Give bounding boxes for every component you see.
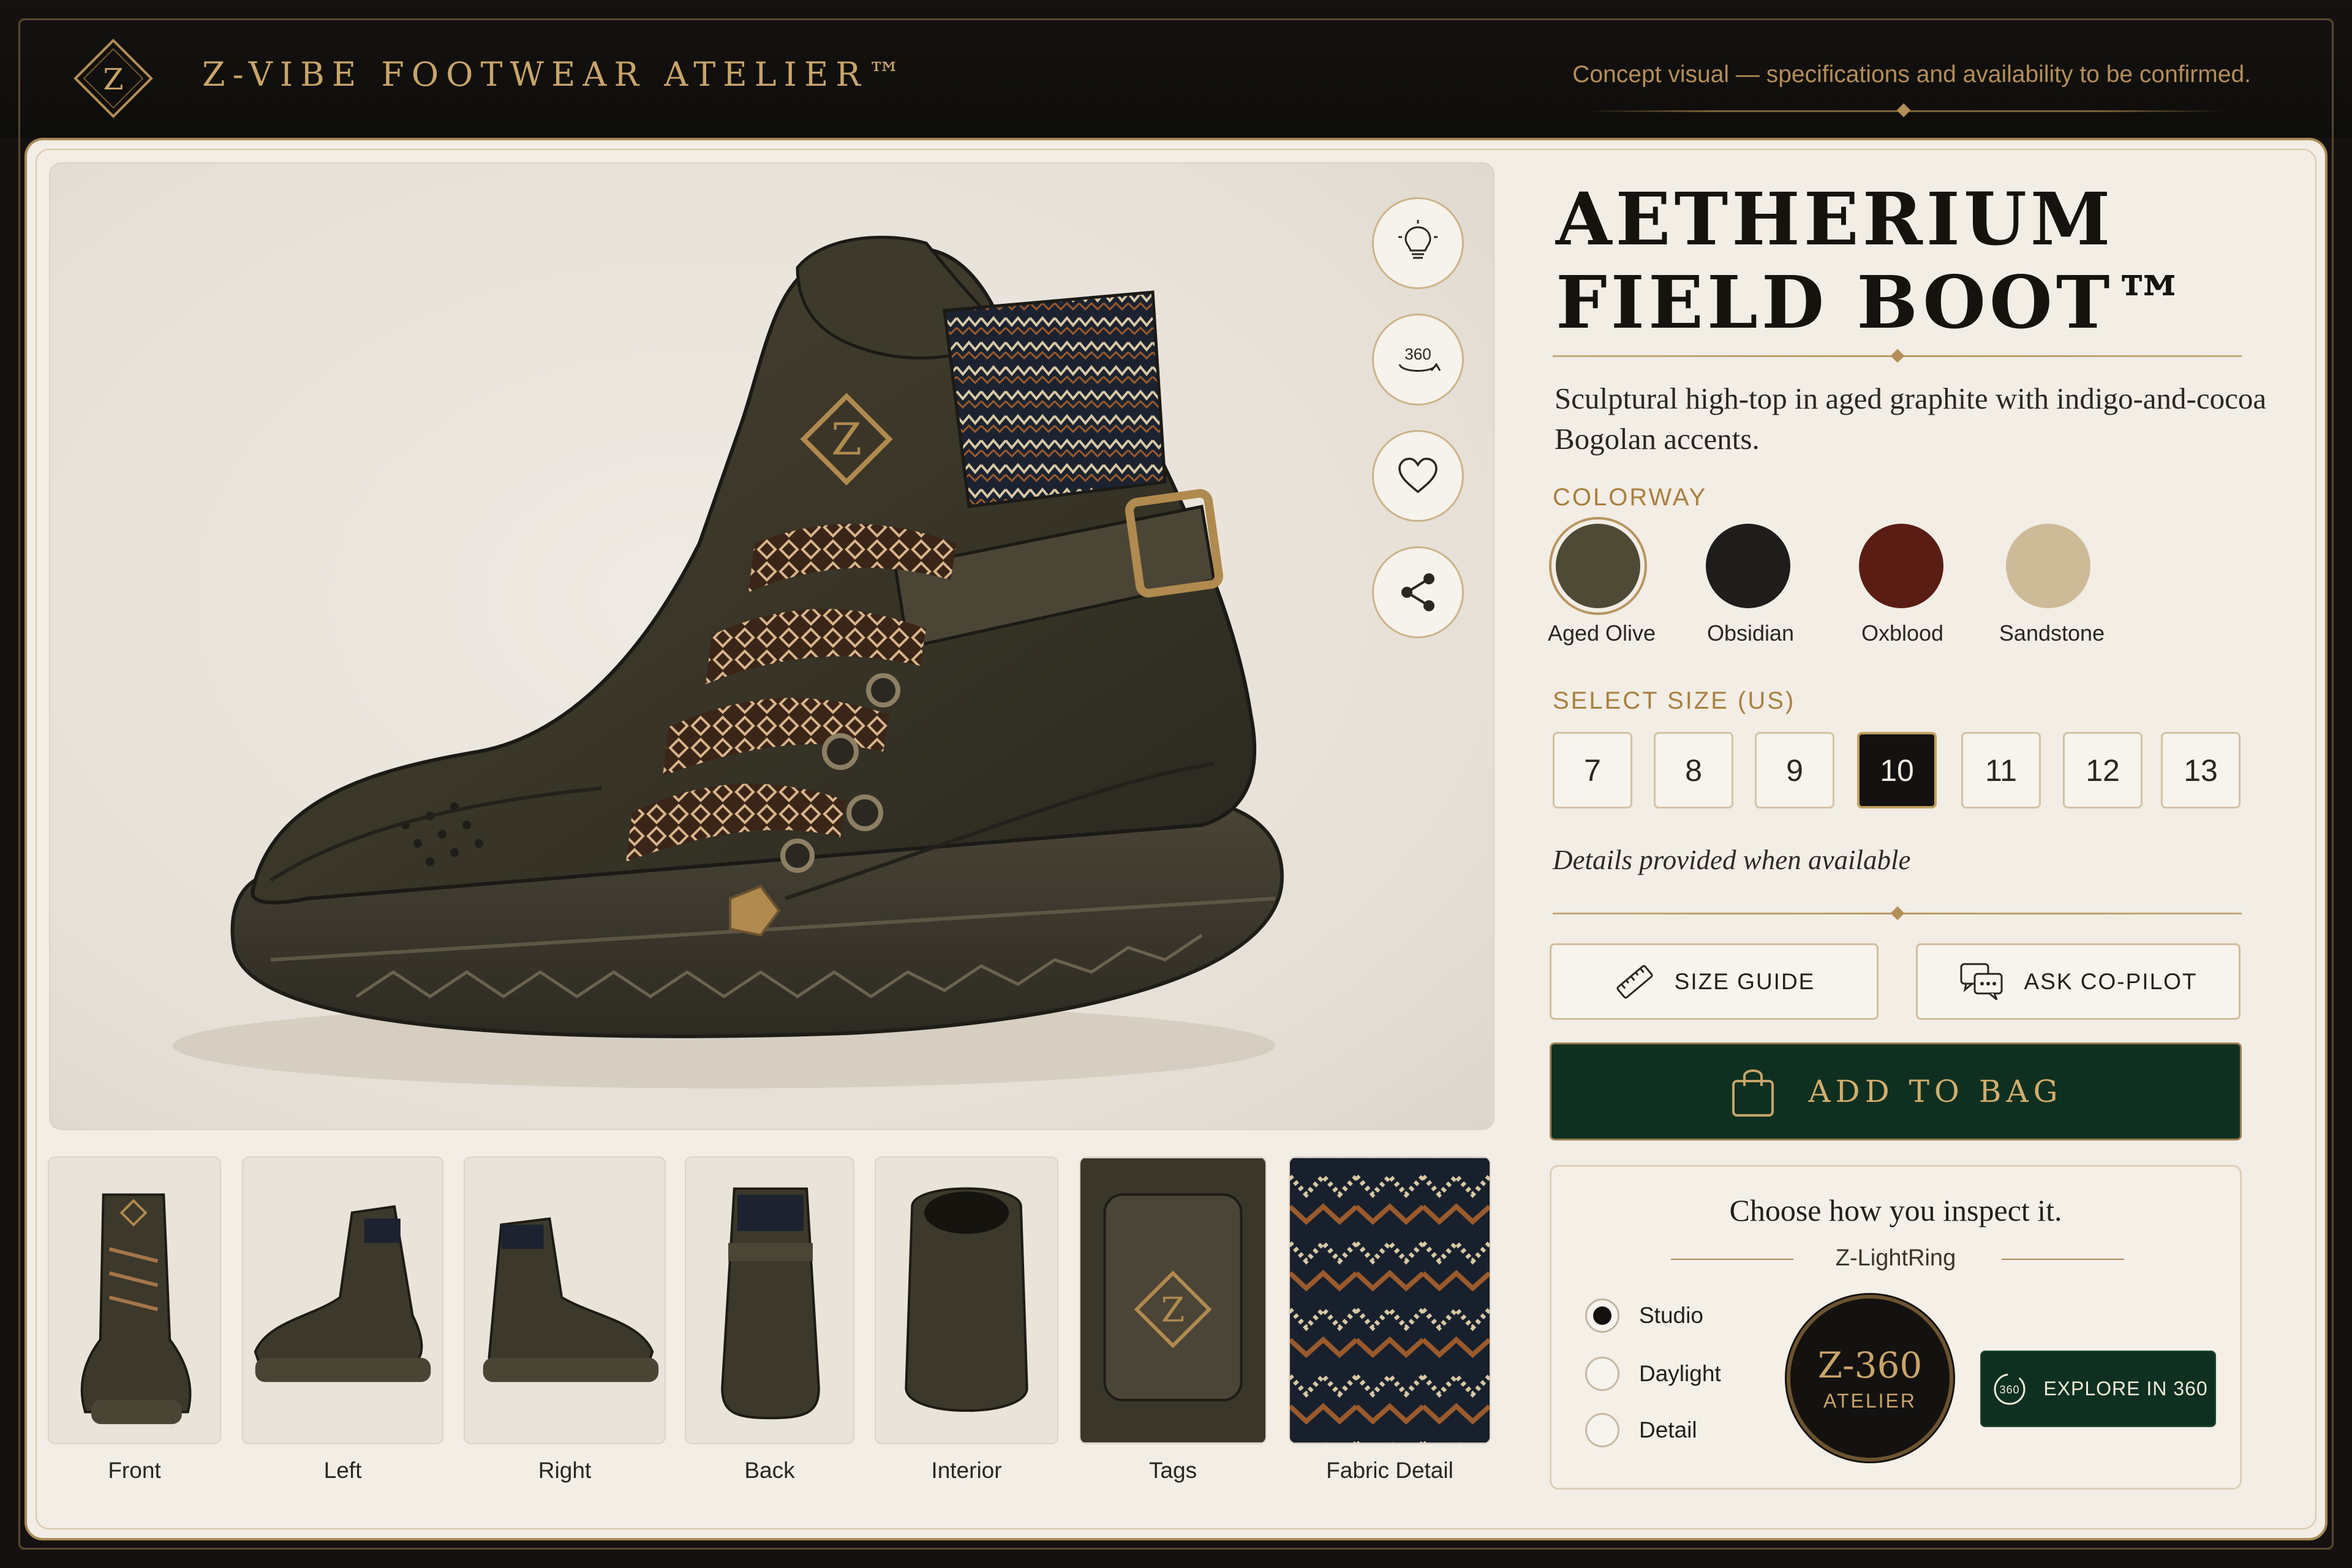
swatch-sandstone[interactable] — [2006, 524, 2090, 608]
ask-copilot-label: ASK CO-PILOT — [2024, 968, 2198, 994]
thumb-label-interior: Interior — [931, 1458, 1002, 1483]
mode-detail[interactable]: Detail — [1585, 1413, 1697, 1447]
inspect-options-panel: Choose how you inspect it. Z-LightRing S… — [1550, 1165, 2242, 1490]
boot-interior-thumb — [905, 1187, 1028, 1412]
view-360-button[interactable]: 360 — [1372, 314, 1464, 405]
logo-letter: Z — [103, 62, 123, 97]
details-divider — [1553, 906, 2242, 921]
radio-detail[interactable] — [1585, 1413, 1619, 1447]
size-option-9[interactable]: 9 — [1755, 732, 1834, 809]
lightbulb-icon — [1398, 220, 1438, 259]
size-option-11[interactable]: 11 — [1961, 732, 2041, 809]
size-option-12[interactable]: 12 — [2063, 732, 2143, 809]
thumbnail-fabric-detail[interactable] — [1289, 1156, 1491, 1444]
thumb-label-front: Front — [108, 1458, 161, 1483]
shopping-bag-icon — [1732, 1069, 1774, 1117]
thumbnail-right[interactable] — [464, 1156, 666, 1444]
thumbnail-back[interactable] — [685, 1156, 854, 1444]
share-button[interactable] — [1372, 546, 1464, 638]
mode-detail-label: Detail — [1639, 1417, 1697, 1442]
product-title: AETHERIUM FIELD BOOT™ — [1556, 178, 2260, 344]
wishlist-button[interactable] — [1372, 430, 1464, 522]
z360-badge-title: Z-360 — [1817, 1344, 1923, 1386]
share-icon — [1401, 573, 1434, 611]
boot-image: Z — [173, 235, 1284, 1088]
thumb-label-right: Right — [538, 1458, 592, 1483]
swatch-label-oxblood: Oxblood — [1861, 620, 1944, 646]
swatch-label-aged-olive: Aged Olive — [1547, 620, 1656, 646]
disclaimer-divider — [1586, 103, 2223, 118]
thumbnail-tags[interactable]: Z — [1079, 1156, 1267, 1444]
lighting-button[interactable] — [1372, 197, 1464, 289]
inspect-title: Choose how you inspect it. — [1729, 1193, 2062, 1227]
swatch-aged-olive[interactable] — [1556, 524, 1640, 608]
radio-studio[interactable] — [1585, 1298, 1619, 1333]
explore-icon-label: 360 — [2000, 1384, 2020, 1396]
size-option-7[interactable]: 7 — [1553, 732, 1632, 809]
colorway-label: COLORWAY — [1553, 484, 1708, 511]
lightring-subtitle: Z-LightRing — [1835, 1245, 1956, 1271]
mode-daylight-label: Daylight — [1639, 1361, 1721, 1386]
mode-daylight[interactable]: Daylight — [1585, 1357, 1721, 1391]
thumbnail-front[interactable] — [48, 1156, 221, 1444]
thumb-label-fabric-detail: Fabric Detail — [1326, 1458, 1453, 1483]
size-option-10[interactable]: 10 — [1857, 732, 1937, 809]
heart-icon — [1398, 458, 1438, 494]
title-line-2: FIELD BOOT™ — [1556, 260, 2190, 345]
fabric-detail-thumb — [1290, 1158, 1490, 1443]
boot-front-thumb — [80, 1193, 192, 1425]
thumbnail-left[interactable] — [242, 1156, 443, 1444]
z360-badge-subtitle: ATELIER — [1823, 1389, 1917, 1412]
thumbnail-interior[interactable] — [875, 1156, 1058, 1444]
title-line-1: AETHERIUM — [1556, 176, 2114, 262]
swatch-label-sandstone: Sandstone — [1999, 620, 2105, 646]
boot-logo-letter: Z — [831, 413, 862, 465]
size-guide-label: SIZE GUIDE — [1674, 968, 1815, 994]
size-option-13[interactable]: 13 — [2161, 732, 2241, 809]
brand-name: Z-VIBE FOOTWEAR ATELIER™ — [202, 55, 908, 94]
chat-bubbles-icon — [1960, 963, 2003, 1000]
boot-left-thumb — [254, 1205, 431, 1382]
thumb-label-back: Back — [744, 1458, 795, 1483]
swatch-oxblood[interactable] — [1859, 524, 1943, 608]
boot-right-thumb — [483, 1217, 659, 1382]
tag-logo-letter: Z — [1161, 1291, 1185, 1330]
thumb-label-left: Left — [323, 1458, 362, 1483]
size-label: SELECT SIZE (US) — [1553, 687, 1796, 714]
disclaimer-text: Concept visual — specifications and avai… — [1572, 61, 2251, 88]
add-to-bag-label: ADD TO BAG — [1808, 1074, 2063, 1109]
thumb-label-tags: Tags — [1148, 1458, 1197, 1483]
title-divider — [1553, 349, 2242, 363]
radio-daylight[interactable] — [1585, 1357, 1619, 1391]
z360-atelier-badge[interactable]: Z-360 ATELIER — [1790, 1298, 1950, 1458]
ask-copilot-button[interactable]: ASK CO-PILOT — [1916, 943, 2241, 1020]
add-to-bag-button[interactable]: ADD TO BAG — [1550, 1042, 2242, 1140]
mode-studio[interactable]: Studio — [1585, 1298, 1703, 1333]
size-option-8[interactable]: 8 — [1654, 732, 1733, 809]
swatch-obsidian[interactable] — [1706, 524, 1790, 608]
explore-360-label: EXPLORE IN 360 — [2043, 1378, 2208, 1400]
details-note: Details provided when available — [1553, 845, 1911, 875]
swatch-label-obsidian: Obsidian — [1706, 620, 1795, 646]
brand-logo-icon[interactable]: Z — [70, 36, 156, 121]
explore-360-button[interactable]: 360 EXPLORE IN 360 — [1980, 1351, 2216, 1427]
mode-studio-label: Studio — [1639, 1303, 1703, 1328]
view-360-label: 360 — [1404, 345, 1431, 363]
boot-back-thumb — [721, 1187, 820, 1420]
product-viewer[interactable]: Z 360 — [49, 162, 1494, 1130]
product-description: Sculptural high-top in aged graphite wit… — [1555, 382, 2267, 456]
boot-tags-thumb: Z — [1080, 1158, 1265, 1442]
top-header: Z Z-VIBE FOOTWEAR ATELIER™ Concept visua… — [0, 0, 2352, 138]
ruler-icon — [1616, 965, 1653, 998]
rotate-360-icon: 360 — [1994, 1373, 2026, 1404]
size-guide-button[interactable]: SIZE GUIDE — [1550, 943, 1879, 1020]
rotate-360-icon: 360 — [1398, 345, 1441, 372]
